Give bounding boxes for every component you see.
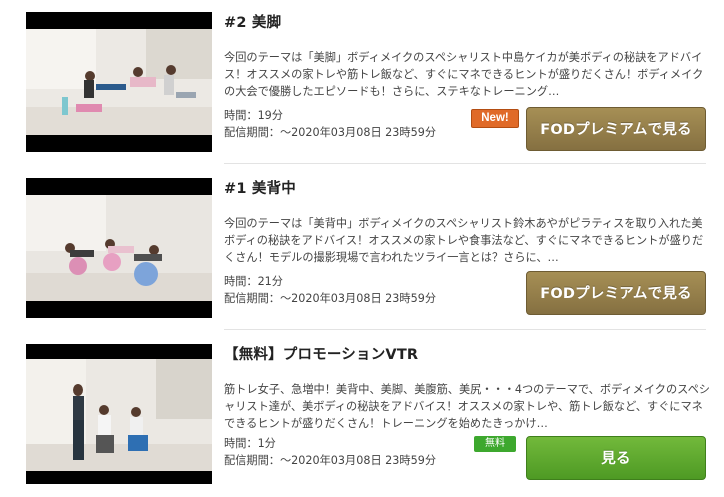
episode-thumbnail[interactable] [26, 344, 212, 484]
episode-period: 配信期間：～2020年03月08日 23時59分 [224, 125, 437, 139]
episode-meta: 時間：1分 配信期間：～2020年03月08日 23時59分 [224, 436, 436, 469]
episode-duration: 時間：19分 [224, 109, 283, 122]
episode-description: 筋トレ女子、急増中！美背中、美脚、美腹筋、美尻・・・4つのテーマで、ボディメイク… [224, 383, 710, 430]
episode-meta: 時間：21分 配信期間：～2020年03月08日 23時59分 [224, 274, 436, 307]
free-badge: 無料 [474, 436, 516, 452]
episode-item: #1 美背中 今回のテーマは「美背中」ボディメイクのスペシャリスト鈴木あやがピラ… [0, 166, 724, 326]
fod-premium-watch-button[interactable]: FODプレミアムで見る [526, 107, 706, 151]
episode-thumbnail[interactable] [26, 178, 212, 318]
episode-title[interactable]: 【無料】プロモーションVTR [224, 343, 418, 364]
episode-meta: 時間：19分 配信期間：～2020年03月08日 23時59分 [224, 108, 436, 141]
episode-title[interactable]: #2 美脚 [224, 11, 281, 32]
fod-premium-watch-button[interactable]: FODプレミアムで見る [526, 271, 706, 315]
new-badge: New! [471, 109, 519, 128]
divider [224, 163, 706, 164]
episode-duration: 時間：1分 [224, 437, 276, 450]
episode-item: 【無料】プロモーションVTR 筋トレ女子、急増中！美背中、美脚、美腹筋、美尻・・… [0, 332, 724, 492]
episode-thumbnail[interactable] [26, 12, 212, 152]
episode-period: 配信期間：～2020年03月08日 23時59分 [224, 291, 437, 305]
episode-description: 今回のテーマは「美脚」ボディメイクのスペシャリスト中島ケイカが美ボディの秘訣をア… [224, 51, 704, 98]
divider [224, 329, 706, 330]
episode-period: 配信期間：～2020年03月08日 23時59分 [224, 453, 437, 467]
episode-title[interactable]: #1 美背中 [224, 177, 296, 198]
episode-description: 今回のテーマは「美背中」ボディメイクのスペシャリスト鈴木あやがピラティスを取り入… [224, 217, 704, 264]
watch-button[interactable]: 見る [526, 436, 706, 480]
episode-duration: 時間：21分 [224, 275, 283, 288]
episode-item: #2 美脚 今回のテーマは「美脚」ボディメイクのスペシャリスト中島ケイカが美ボデ… [0, 0, 724, 160]
